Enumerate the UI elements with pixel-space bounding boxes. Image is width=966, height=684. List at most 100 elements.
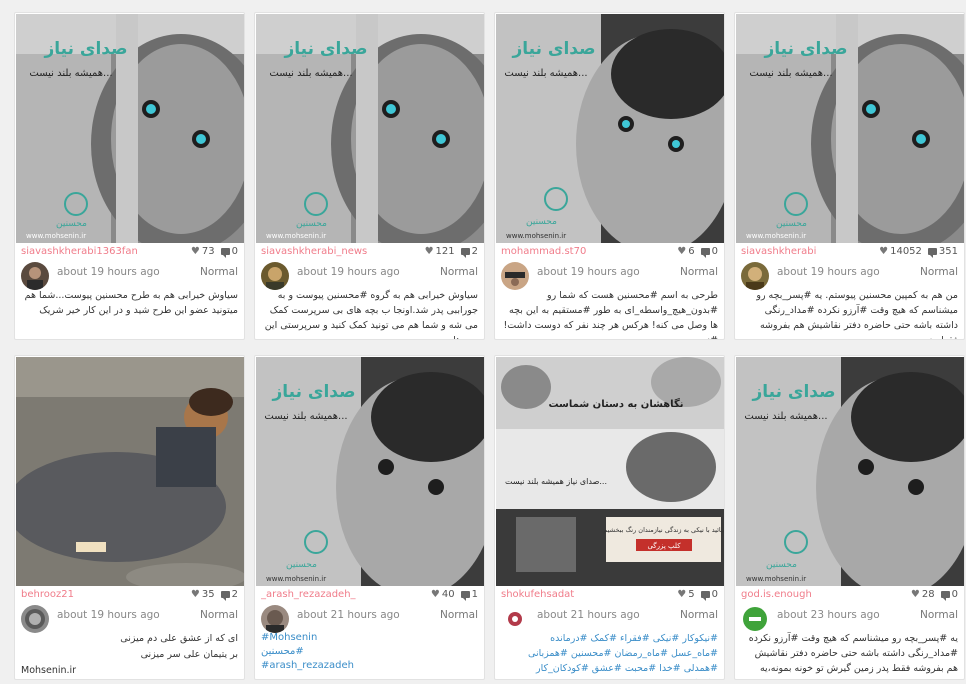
poster-subtitle: همیشه بلند نیست... (269, 68, 352, 79)
poster-title: صدای نیاز (271, 382, 355, 402)
post-username[interactable]: _arash_rezazadeh_ (261, 589, 401, 600)
post-card[interactable]: behrooz21 ♥ 35 2 about 19 hours ago Norma… (14, 355, 245, 680)
comment-count[interactable]: 0 (940, 589, 958, 601)
comment-icon (460, 591, 470, 601)
like-count[interactable]: ♥ 14052 (879, 246, 922, 257)
comment-count[interactable]: 351 (927, 246, 958, 258)
post-stats: ♥ 14052 351 (879, 246, 958, 258)
comment-icon (220, 591, 230, 601)
avatar[interactable] (501, 605, 529, 633)
poster-title: صدای نیاز (511, 39, 595, 59)
post-username[interactable]: shokufehsadat (501, 589, 641, 600)
post-image[interactable]: صدای نیاز همیشه بلند نیست... محسنین www.… (256, 14, 484, 243)
post-card[interactable]: صدای نیاز همیشه بلند نیست... محسنین www.… (734, 355, 965, 680)
post-image[interactable]: صدای نیاز همیشه بلند نیست... محسنین www.… (736, 14, 964, 243)
avatar[interactable] (261, 262, 289, 290)
post-caption: #نیکوکار #نیکی #فقراء #کمک #درمانده #ماه… (528, 633, 718, 679)
post-username[interactable]: behrooz21 (21, 589, 161, 600)
post-stats: ♥ 28 0 (911, 589, 958, 601)
post-caption: طرحی به اسم #محسنین هست که شما رو #بدون_… (503, 290, 719, 339)
avatar[interactable] (741, 605, 769, 633)
post-time: about 19 hours ago (537, 266, 640, 278)
avatar[interactable] (501, 262, 529, 290)
heart-icon: ♥ (190, 589, 200, 600)
collage-text-3: بیائید با نیکی به زندگی نیازمندان رنگ بب… (603, 526, 724, 534)
hashtag[interactable]: #arash_rezazadeh (261, 659, 478, 673)
post-card[interactable]: نگاهشان به دستان شماست صدای نیاز همیشه ب… (494, 355, 725, 680)
poster-brand: محسنین (56, 219, 87, 229)
poster-url: www.mohsenin.ir (746, 232, 806, 240)
post-username[interactable]: siavashkherabi (741, 246, 881, 257)
poster-brand: محسنین (526, 217, 557, 227)
avatar[interactable] (21, 262, 49, 290)
poster-graphic: صدای نیاز همیشه بلند نیست... محسنین www.… (736, 14, 964, 243)
poster-subtitle: همیشه بلند نیست... (749, 68, 832, 79)
like-count[interactable]: ♥ 6 (677, 246, 694, 257)
hashtag[interactable]: #محسنین (261, 645, 478, 659)
post-privacy: Normal (200, 266, 238, 278)
sleeping-child-photo (16, 357, 244, 586)
poster-title: صدای نیاز (763, 39, 847, 59)
post-image[interactable]: صدای نیاز همیشه بلند نیست... محسنین www.… (496, 14, 724, 243)
post-image[interactable] (16, 357, 244, 586)
comment-count[interactable]: 2 (220, 589, 238, 601)
poster-title: صدای نیاز (43, 39, 127, 59)
post-meta: _arash_rezazadeh_ ♥ 40 1 about 21 hours a… (255, 587, 484, 633)
post-card[interactable]: صدای نیاز همیشه بلند نیست... محسنین www.… (14, 12, 245, 340)
post-image[interactable]: صدای نیاز همیشه بلند نیست... محسنین www.… (16, 14, 244, 243)
post-meta: siavashkherabi1363fan ♥ 73 0 about 19 hou… (15, 244, 244, 290)
comment-count[interactable]: 1 (460, 589, 478, 601)
like-count[interactable]: ♥ 5 (677, 589, 694, 600)
poster-subtitle: همیشه بلند نیست... (504, 68, 587, 79)
post-image[interactable]: نگاهشان به دستان شماست صدای نیاز همیشه ب… (496, 357, 724, 586)
post-card[interactable]: صدای نیاز همیشه بلند نیست... محسنین www.… (494, 12, 725, 340)
post-time: about 21 hours ago (297, 609, 400, 621)
comment-count[interactable]: 0 (700, 589, 718, 601)
collage-graphic: نگاهشان به دستان شماست صدای نیاز همیشه ب… (496, 357, 724, 586)
post-time: about 19 hours ago (57, 266, 160, 278)
post-username[interactable]: siavashkherabi1363fan (21, 246, 161, 257)
post-privacy: Normal (440, 266, 478, 278)
hashtag[interactable]: #Mohsenin (261, 631, 478, 645)
post-stats: ♥ 5 0 (677, 589, 718, 601)
comment-count[interactable]: 0 (220, 246, 238, 258)
post-privacy: Normal (680, 609, 718, 621)
poster-graphic: صدای نیاز همیشه بلند نیست... محسنین www.… (256, 357, 484, 586)
post-card[interactable]: صدای نیاز همیشه بلند نیست... محسنین www.… (254, 12, 485, 340)
like-count[interactable]: ♥ 35 (191, 589, 215, 600)
post-time: about 19 hours ago (777, 266, 880, 278)
poster-subtitle: همیشه بلند نیست... (264, 411, 347, 422)
post-caption: یه #پسر_بچه رو میشناسم که هیچ وقت #آرزو … (748, 633, 958, 679)
like-count[interactable]: ♥ 73 (191, 246, 215, 257)
post-meta: mohammad.st70 ♥ 6 0 about 19 hours ago No… (495, 244, 724, 290)
post-time: about 19 hours ago (297, 266, 400, 278)
post-caption: من هم به کمپین محسنین پیوستم. یه #پسر_بچ… (756, 290, 958, 339)
post-time: about 23 hours ago (777, 609, 880, 621)
poster-subtitle: همیشه بلند نیست... (29, 68, 112, 79)
avatar[interactable] (261, 605, 289, 633)
post-username[interactable]: siavashkherabi_news (261, 246, 401, 257)
comment-count[interactable]: 0 (700, 246, 718, 258)
post-image[interactable]: صدای نیاز همیشه بلند نیست... محسنین www.… (736, 357, 964, 586)
comment-icon (700, 591, 710, 601)
like-count[interactable]: ♥ 40 (431, 589, 455, 600)
poster-title: صدای نیاز (283, 39, 367, 59)
post-image[interactable]: صدای نیاز همیشه بلند نیست... محسنین www.… (256, 357, 484, 586)
post-stats: ♥ 6 0 (677, 246, 718, 258)
post-privacy: Normal (680, 266, 718, 278)
post-meta: shokufehsadat ♥ 5 0 about 21 hours ago No… (495, 587, 724, 633)
avatar[interactable] (21, 605, 49, 633)
post-time: about 21 hours ago (537, 609, 640, 621)
like-count[interactable]: ♥ 28 (911, 589, 935, 600)
poster-brand: محسنین (296, 219, 327, 229)
post-username[interactable]: god.is.enough (741, 589, 881, 600)
post-meta: god.is.enough ♥ 28 0 about 23 hours ago N… (735, 587, 964, 633)
comment-count[interactable]: 2 (460, 246, 478, 258)
post-card[interactable]: صدای نیاز همیشه بلند نیست... محسنین www.… (734, 12, 965, 340)
like-count[interactable]: ♥ 121 (425, 246, 455, 257)
post-username[interactable]: mohammad.st70 (501, 246, 641, 257)
post-caption: ای که از عشق علی دم میزنی بر یتیمان علی … (21, 633, 238, 676)
post-privacy: Normal (440, 609, 478, 621)
post-card[interactable]: صدای نیاز همیشه بلند نیست... محسنین www.… (254, 355, 485, 680)
avatar[interactable] (741, 262, 769, 290)
